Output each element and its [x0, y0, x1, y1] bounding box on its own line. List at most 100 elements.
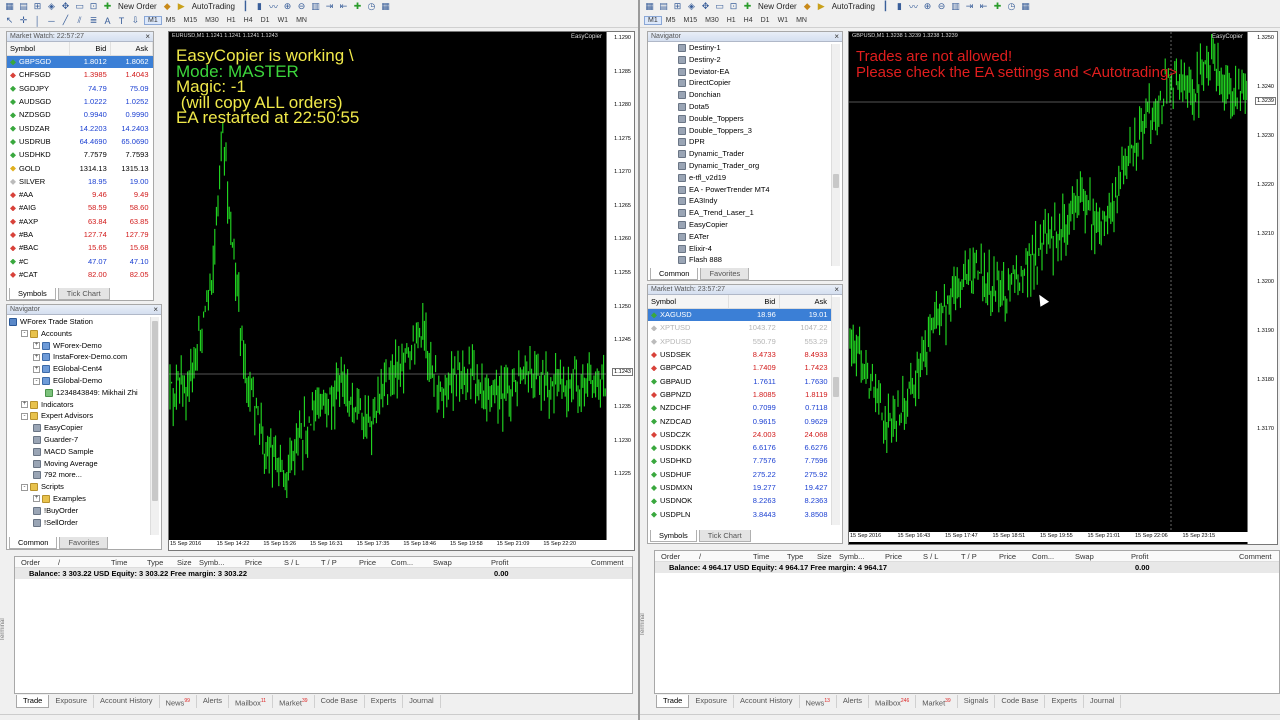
navigator-item[interactable]: DirectCopier [678, 77, 830, 89]
navigator-item[interactable]: !BuyOrder [9, 505, 149, 517]
tile-icon[interactable]: ▥ [950, 1, 961, 12]
periods-icon[interactable]: ◷ [366, 1, 377, 12]
expand-icon[interactable]: + [33, 495, 40, 503]
terminal-tab-journal[interactable]: Journal [403, 695, 441, 708]
scroll-thumb[interactable] [152, 321, 158, 501]
navigator-item[interactable]: Guarder-7 [9, 434, 149, 446]
market-watch-row[interactable]: USDZAR 14.2203 14.2403 [7, 121, 153, 134]
close-icon[interactable]: × [834, 32, 839, 42]
autoscroll-icon[interactable]: ⇥ [324, 1, 335, 12]
trade-col-header[interactable]: Com... [385, 557, 419, 568]
trade-col-header[interactable]: Price [353, 557, 382, 568]
market-watch-row[interactable]: GBPAUD 1.7611 1.7630 [648, 374, 832, 387]
metaeditor-icon[interactable]: ◆ [802, 1, 813, 12]
navigator-item[interactable]: EATer [678, 231, 830, 243]
navigator-icon[interactable]: ✥ [60, 1, 71, 12]
market-watch-row[interactable]: GBPNZD 1.8085 1.8119 [648, 388, 832, 401]
trade-col-header[interactable]: S / L [917, 551, 944, 562]
navigator-item[interactable]: - Accounts [9, 328, 149, 340]
market-watch-row[interactable]: GBPSGD 1.8012 1.8062 [7, 55, 153, 69]
terminal-icon[interactable]: ▭ [714, 1, 725, 12]
market-watch-row[interactable]: USDHKD 7.7579 7.7593 [7, 148, 153, 161]
trade-col-header[interactable]: Order [655, 551, 686, 562]
autotrading-button[interactable]: AutoTrading [190, 2, 237, 11]
profiles-icon[interactable]: ▤ [658, 1, 669, 12]
chart-eurusd[interactable]: EURUSD,M1 1.1241 1.1241 1.1241 1.1243 Ea… [168, 31, 635, 551]
tab-common[interactable]: Common [650, 268, 699, 280]
terminal-tab-code-base[interactable]: Code Base [315, 695, 365, 708]
collapse-icon[interactable]: - [33, 377, 40, 385]
terminal-tab-account-history[interactable]: Account History [94, 695, 160, 708]
tab-tick-chart[interactable]: Tick Chart [698, 530, 751, 542]
navigator-item[interactable]: + Examples [9, 493, 149, 505]
strategy-tester-icon[interactable]: ⊡ [728, 1, 739, 12]
market-watch-row[interactable]: NZDCAD 0.9615 0.9629 [648, 414, 832, 427]
navigator-scrollbar[interactable] [831, 44, 840, 266]
metaeditor-icon[interactable]: ◆ [162, 1, 173, 12]
market-watch-row[interactable]: USDSEK 8.4733 8.4933 [648, 348, 832, 361]
navigator-item[interactable]: + Indicators [9, 399, 149, 411]
navigator-item[interactable]: Deviator-EA [678, 66, 830, 78]
col-bid[interactable]: Bid [728, 295, 781, 309]
terminal-tab-code-base[interactable]: Code Base [995, 695, 1046, 708]
fibonacci-icon[interactable]: ≣ [88, 15, 99, 26]
label-icon[interactable]: T [116, 15, 127, 26]
trade-col-header[interactable]: Swap [427, 557, 458, 568]
terminal-icon[interactable]: ▭ [74, 1, 85, 12]
new-order-icon[interactable]: ✚ [102, 1, 113, 12]
navigator-item[interactable]: Destiny-2 [678, 54, 830, 66]
navigator-item[interactable]: - Expert Advisors [9, 410, 149, 422]
navigator-item[interactable]: 792 more... [9, 469, 149, 481]
tab-favorites[interactable]: Favorites [700, 268, 750, 280]
templates-icon[interactable]: ▦ [380, 1, 391, 12]
new-order-button[interactable]: New Order [756, 2, 799, 11]
trade-col-header[interactable]: Profit [1125, 551, 1155, 562]
bar-chart-icon[interactable]: ┃ [880, 1, 891, 12]
navigator-item[interactable]: 1234843849: Mikhail Zhi [9, 387, 149, 399]
expand-icon[interactable]: + [33, 342, 40, 350]
terminal-tab-account-history[interactable]: Account History [734, 695, 800, 708]
navigator-item[interactable]: + WForex-Demo [9, 340, 149, 352]
market-watch-row[interactable]: SGDJPY 74.79 75.09 [7, 82, 153, 95]
close-icon[interactable]: × [145, 32, 150, 42]
navigator-item[interactable]: Dota5 [678, 101, 830, 113]
terminal-tab-market[interactable]: Market39 [916, 695, 958, 708]
collapse-icon[interactable]: - [21, 412, 28, 420]
candles-icon[interactable]: ▮ [894, 1, 905, 12]
close-icon[interactable]: × [834, 285, 839, 295]
chart-shift-icon[interactable]: ⇤ [978, 1, 989, 12]
timeframe-h1[interactable]: H1 [723, 16, 740, 25]
navigator-item[interactable]: MACD Sample [9, 446, 149, 458]
new-order-icon[interactable]: ✚ [742, 1, 753, 12]
timeframe-m1[interactable]: M1 [644, 16, 662, 25]
tab-favorites[interactable]: Favorites [59, 537, 109, 549]
expand-icon[interactable]: + [21, 401, 28, 409]
collapse-icon[interactable]: - [21, 483, 28, 491]
terminal-tab-news[interactable]: News99 [160, 695, 197, 708]
scroll-thumb[interactable] [833, 377, 839, 397]
terminal-tab-exposure[interactable]: Exposure [49, 695, 95, 708]
market-watch-row[interactable]: #AA 9.46 9.49 [7, 188, 153, 201]
navigator-item[interactable]: Dynamic_Trader [678, 148, 830, 160]
navigator-item[interactable]: EA - PowerTrender MT4 [678, 184, 830, 196]
new-order-button[interactable]: New Order [116, 2, 159, 11]
terminal-tab-mailbox[interactable]: Mailbox246 [869, 695, 917, 708]
candles-icon[interactable]: ▮ [254, 1, 265, 12]
navigator-item[interactable]: DPR [678, 136, 830, 148]
timeframe-d1[interactable]: D1 [757, 16, 774, 25]
chart-gbpusd[interactable]: GBPUSD,M1 1.3238 1.3239 1.3238 1.3239 Ea… [848, 31, 1278, 545]
navigator-item[interactable]: !SellOrder [9, 517, 149, 529]
expand-icon[interactable]: + [33, 365, 40, 373]
market-watch-row[interactable]: #AIG 58.59 58.60 [7, 201, 153, 214]
trade-col-header[interactable]: Price [239, 557, 268, 568]
market-watch-row[interactable]: #BAC 15.65 15.68 [7, 241, 153, 254]
timeframe-d1[interactable]: D1 [257, 16, 274, 25]
market-watch-scrollbar[interactable] [831, 297, 840, 525]
templates-icon[interactable]: ▦ [1020, 1, 1031, 12]
balance-row[interactable]: Balance: 3 303.22 USD Equity: 3 303.22 F… [15, 568, 632, 579]
trade-col-header[interactable]: / [693, 551, 707, 562]
trade-col-header[interactable]: Time [747, 551, 775, 562]
market-watch-icon[interactable]: ⊞ [32, 1, 43, 12]
trade-col-header[interactable]: Symb... [833, 551, 870, 562]
timeframe-m30[interactable]: M30 [701, 16, 723, 25]
